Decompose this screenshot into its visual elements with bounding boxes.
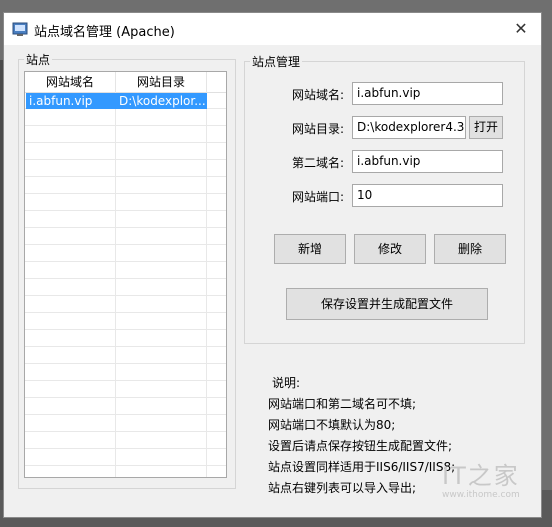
manage-group: 站点管理 网站域名: i.abfun.vip 网站目录: D:\kodexplo… (244, 53, 525, 344)
site-list[interactable]: 网站域名 网站目录 i.abfun.vip D:\kodexplor... (24, 71, 227, 478)
note-line: 设置后请点保存按钮生成配置文件; (268, 439, 453, 453)
column-header-directory[interactable]: 网站目录 (116, 72, 207, 92)
domain-input[interactable]: i.abfun.vip (352, 82, 503, 105)
grid-divider (115, 92, 116, 477)
add-button[interactable]: 新增 (274, 234, 346, 264)
ithome-watermark-logo: IT之家 www.ithome.com (442, 462, 534, 502)
title-bar[interactable]: 站点域名管理 (Apache) ✕ (4, 13, 541, 45)
watermark-title: IT之家 (442, 462, 520, 490)
domain-label: 网站域名: (291, 88, 344, 102)
note-line: 网站端口和第二域名可不填; (268, 397, 417, 411)
delete-button[interactable]: 删除 (434, 234, 506, 264)
site-list-header: 网站域名 网站目录 (25, 72, 226, 93)
second-domain-input[interactable]: i.abfun.vip (352, 150, 503, 173)
column-header-domain[interactable]: 网站域名 (25, 72, 116, 92)
note-line: 站点右键列表可以导入导出; (268, 481, 417, 495)
modify-button[interactable]: 修改 (354, 234, 426, 264)
second-domain-label: 第二域名: (291, 156, 344, 170)
site-domain-cell: i.abfun.vip (29, 94, 93, 108)
window-title: 站点域名管理 (Apache) (34, 25, 175, 40)
close-icon: ✕ (514, 19, 528, 38)
site-dir-cell: D:\kodexplor... (119, 94, 206, 108)
note-line: 站点设置同样适用于IIS6/IIS7/IIS8; (268, 460, 456, 474)
directory-input[interactable]: D:\kodexplorer4.37 (352, 116, 466, 139)
close-button[interactable]: ✕ (501, 13, 541, 45)
port-input[interactable]: 10 (352, 184, 503, 207)
manage-group-label: 站点管理 (250, 53, 303, 70)
port-label: 网站端口: (291, 190, 344, 204)
note-line: 网站端口不填默认为80; (268, 418, 396, 432)
directory-label: 网站目录: (291, 122, 344, 136)
table-row[interactable]: i.abfun.vip D:\kodexplor... (26, 93, 207, 109)
open-button[interactable]: 打开 (469, 116, 503, 139)
watermark-url: www.ithome.com (442, 490, 520, 500)
sites-group-label: 站点 (24, 51, 53, 68)
site-list-gridlines (25, 92, 226, 477)
sites-group: 站点 网站域名 网站目录 i.abfun.vip D:\kodexplor... (18, 51, 236, 489)
notes: 说明: 网站端口和第二域名可不填; 网站端口不填默认为80; 设置后请点保存按钮… (268, 373, 455, 499)
app-icon (12, 22, 28, 36)
notes-title: 说明: (272, 376, 301, 390)
site-domain-manager-window: 站点域名管理 (Apache) ✕ 站点 网站域名 网站目录 i.abfun.v… (3, 12, 542, 518)
save-config-button[interactable]: 保存设置并生成配置文件 (286, 288, 488, 320)
grid-divider (206, 92, 207, 477)
